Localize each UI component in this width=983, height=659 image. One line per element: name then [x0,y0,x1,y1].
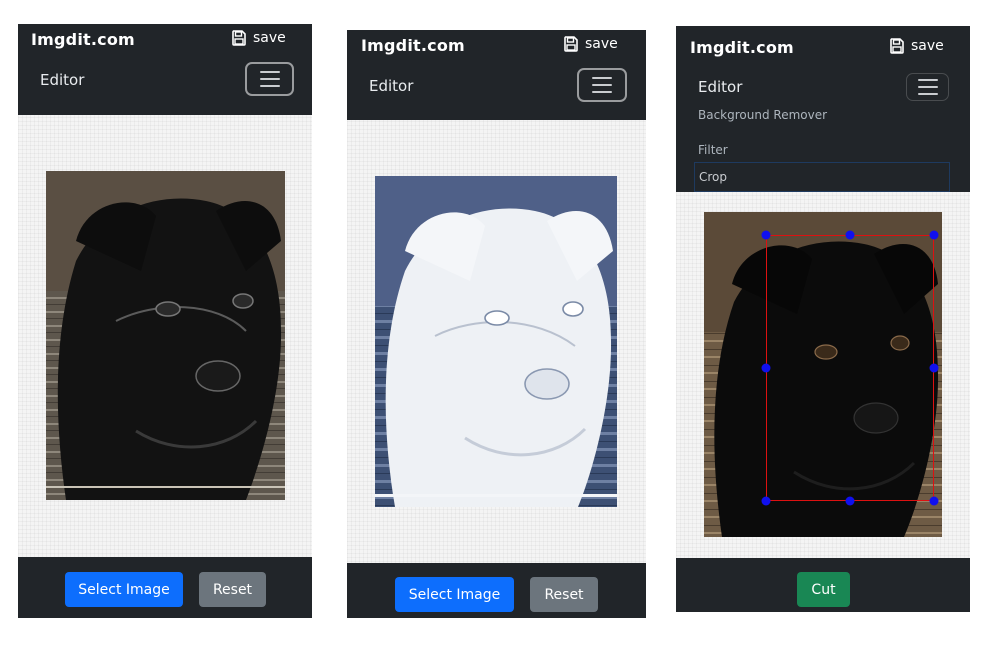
save-label: save [253,30,286,46]
hamburger-line [592,91,612,93]
save-label: save [585,36,618,52]
save-icon [890,38,904,54]
image-preview-sketch [375,176,617,507]
save-button[interactable]: save [889,38,944,54]
save-icon [232,30,246,46]
editor-panel-3: Imgdit.com save Editor Background Remove… [676,26,970,612]
save-icon [564,36,578,52]
editor-panel-2: Imgdit.com save Editor Select Image Rese… [347,30,646,618]
footer-toolbar: Cut [676,558,970,612]
save-button[interactable]: save [563,36,618,52]
brand-logo[interactable]: Imgdit.com [31,30,135,49]
hamburger-menu-icon [259,71,280,73]
hamburger-line [259,85,280,87]
crop-handle-top-right[interactable] [929,230,939,240]
footer-toolbar: Select Image Reset [347,563,646,618]
hamburger-line [259,78,280,80]
select-image-button[interactable]: Select Image [395,577,514,612]
hamburger-line [917,86,938,88]
crop-handle-middle-right[interactable] [929,363,939,373]
reset-button[interactable]: Reset [530,577,598,612]
menu-toggle-button[interactable] [245,62,294,96]
menu-item-background-remover[interactable]: Background Remover [698,108,827,122]
footer-toolbar: Select Image Reset [18,557,312,618]
hamburger-menu-icon [592,77,612,79]
menu-item-filter[interactable]: Filter [698,143,728,157]
navbar: Imgdit.com save Editor [347,30,646,120]
save-button[interactable]: save [231,30,286,46]
select-image-button[interactable]: Select Image [65,572,183,607]
crop-handle-bottom-center[interactable] [845,496,855,506]
hamburger-line [592,84,612,86]
menu-toggle-button[interactable] [906,73,949,101]
editor-nav-link[interactable]: Editor [40,71,84,89]
crop-handle-top-center[interactable] [845,230,855,240]
cut-button[interactable]: Cut [797,572,850,607]
menu-item-crop[interactable]: Crop [694,162,950,192]
hamburger-menu-icon [917,79,938,81]
editor-nav-link[interactable]: Editor [369,77,413,95]
crop-handle-middle-left[interactable] [761,363,771,373]
crop-handle-bottom-right[interactable] [929,496,939,506]
reset-button[interactable]: Reset [199,572,266,607]
brand-logo[interactable]: Imgdit.com [361,36,465,55]
hamburger-line [917,93,938,95]
save-label: save [911,38,944,54]
editor-nav-link[interactable]: Editor [698,78,742,96]
navbar-expanded: Imgdit.com save Editor Background Remove… [676,26,970,192]
image-preview-original [704,212,942,537]
navbar: Imgdit.com save Editor [18,24,312,115]
crop-handle-bottom-left[interactable] [761,496,771,506]
editor-panel-1: Imgdit.com save Editor Select Image Rese… [18,24,312,618]
crop-handle-top-left[interactable] [761,230,771,240]
menu-toggle-button[interactable] [577,68,627,102]
crop-selection-box[interactable] [766,235,934,501]
brand-logo[interactable]: Imgdit.com [690,38,794,57]
image-preview-emboss [46,171,285,500]
